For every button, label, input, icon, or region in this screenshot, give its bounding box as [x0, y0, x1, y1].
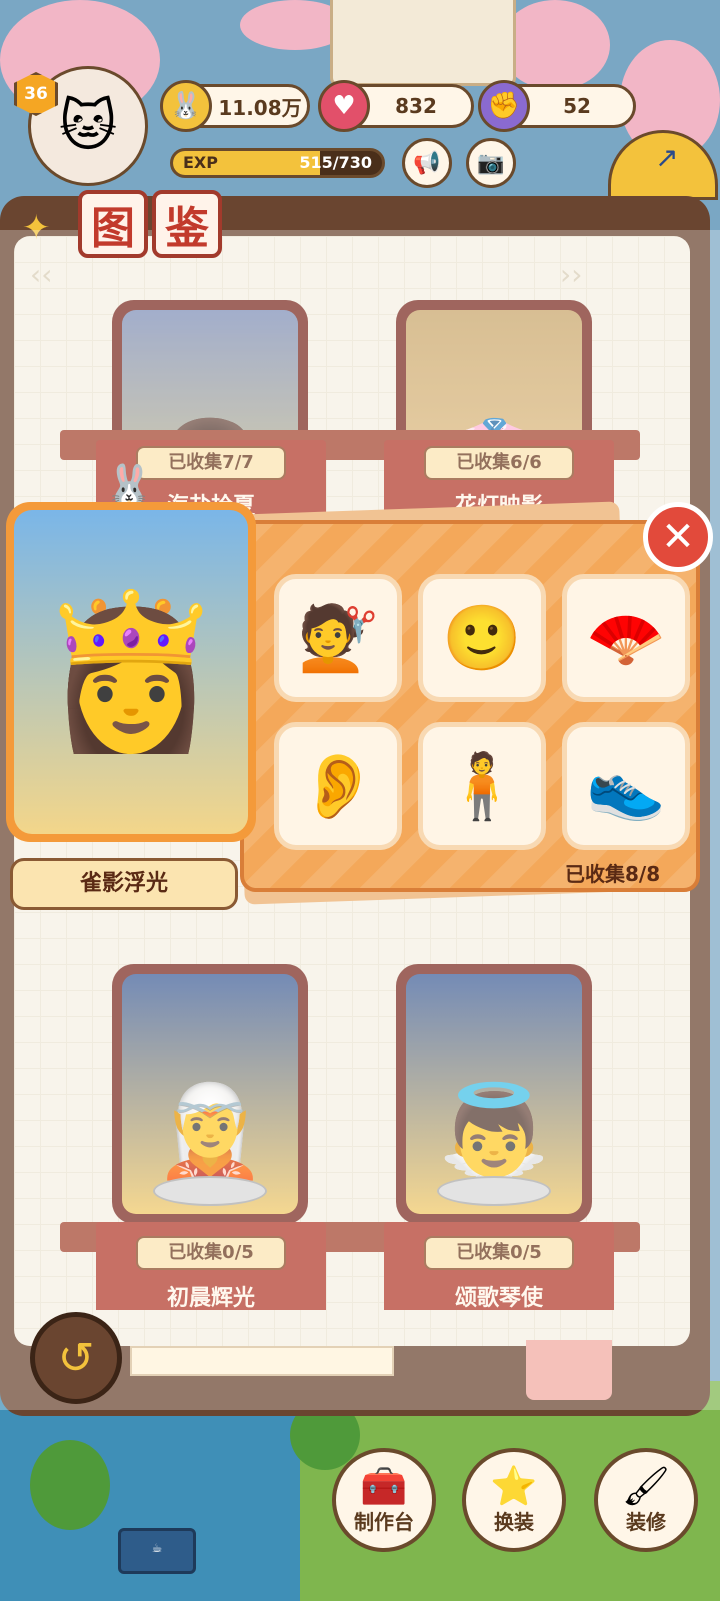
close-icon: ✕: [661, 514, 695, 560]
title-char: 图: [78, 190, 148, 258]
outfit-portrait-figure: 👸: [14, 510, 248, 834]
coin-icon: 🐰: [160, 80, 212, 132]
announcement-button[interactable]: 📢: [402, 138, 452, 188]
energy-value: 52: [563, 94, 591, 118]
shoes-icon: 👟: [586, 749, 666, 824]
exp-bar: EXP 515/730: [170, 148, 385, 178]
camera-button[interactable]: 📷: [466, 138, 516, 188]
craft-button[interactable]: 🧰 制作台: [332, 1448, 436, 1552]
outfit-portrait: 👸: [6, 502, 256, 842]
decorate-label: 装修: [626, 1509, 666, 1534]
accessory-icon: 🪭: [586, 601, 666, 676]
needle-icon: ↗: [655, 141, 679, 174]
part-slot[interactable]: 👟: [562, 722, 690, 850]
exp-value: 515/730: [299, 153, 372, 172]
back-button[interactable]: ↺: [30, 1312, 122, 1404]
part-slot[interactable]: 💇: [274, 574, 402, 702]
close-button[interactable]: ✕: [643, 502, 713, 572]
dress-up-label: 换装: [494, 1509, 534, 1534]
workbench-icon: 🧰: [360, 1463, 408, 1508]
title-char: 鉴: [152, 190, 222, 258]
part-slot[interactable]: 👂: [274, 722, 402, 850]
paint-roller-icon: 🖌: [621, 1463, 671, 1508]
outfit-name-plate: 雀影浮光: [10, 858, 238, 910]
hair-icon: 💇: [298, 601, 378, 676]
heart-icon: ♥: [318, 80, 370, 132]
megaphone-icon: 📢: [413, 150, 441, 176]
part-slot[interactable]: 🧍: [418, 722, 546, 850]
body-icon: 🧍: [442, 749, 522, 824]
back-arrow-icon: ↺: [57, 1332, 95, 1384]
craft-label: 制作台: [354, 1509, 414, 1534]
face-icon: 🙂: [442, 601, 522, 676]
outfit-icon: ⭐: [490, 1463, 538, 1508]
coin-value: 11.08万: [218, 95, 302, 120]
decorate-button[interactable]: 🖌 装修: [594, 1448, 698, 1552]
book-title: 图 鉴: [78, 190, 222, 258]
dress-up-button[interactable]: ⭐ 换装: [462, 1448, 566, 1552]
part-slot[interactable]: 🪭: [562, 574, 690, 702]
camera-icon: 📷: [477, 150, 505, 176]
ears-icon: 👂: [298, 749, 378, 824]
heart-value: 832: [395, 94, 437, 118]
exp-label: EXP: [183, 153, 218, 172]
energy-glove-icon: ✊: [478, 80, 530, 132]
part-slot[interactable]: 🙂: [418, 574, 546, 702]
parts-collected: 已收集8/8: [565, 862, 661, 886]
drinks-stand[interactable]: ☕: [118, 1528, 196, 1574]
drinks-sign-icon: ☕: [151, 1541, 163, 1555]
